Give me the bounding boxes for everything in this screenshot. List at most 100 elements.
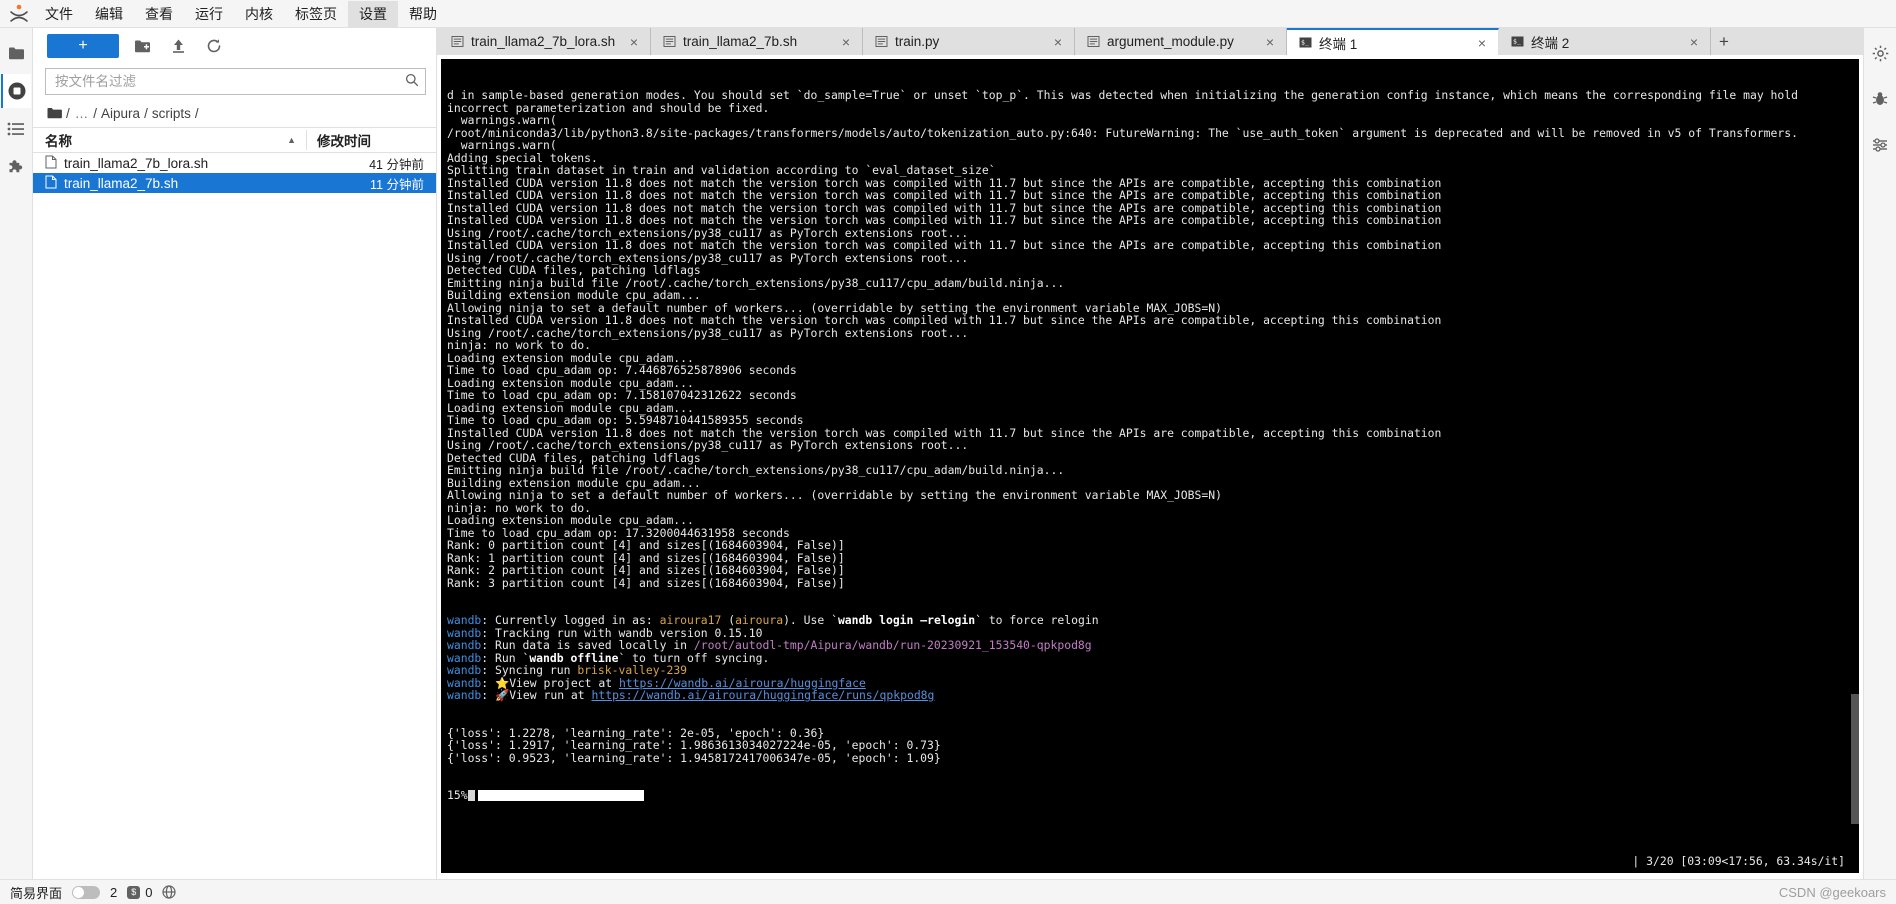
tab-label: train_llama2_7b.sh	[683, 34, 798, 49]
new-folder-icon[interactable]	[129, 34, 155, 58]
terminal-line: Using /root/.cache/torch_extensions/py38…	[447, 325, 969, 340]
terminal-line: /root/miniconda3/lib/python3.8/site-pack…	[447, 125, 1798, 140]
file-icon	[45, 155, 57, 172]
add-tab-icon[interactable]: +	[1711, 28, 1737, 55]
property-inspector-icon[interactable]	[1865, 128, 1895, 162]
terminal-line: Detected CUDA files, patching ldflags	[447, 263, 701, 277]
terminal-progress-row: 15%	[447, 789, 1853, 802]
terminal-line: warnings.warn(	[447, 138, 557, 152]
status-bar: 简易界面 2 $ 0 CSDN @geekoars	[0, 879, 1896, 904]
menu-run[interactable]: 运行	[184, 1, 234, 27]
tab-train-llama2-7b-sh[interactable]: train_llama2_7b.sh ×	[651, 28, 863, 55]
menu-file[interactable]: 文件	[34, 1, 84, 27]
menu-help[interactable]: 帮助	[398, 1, 448, 27]
terminal-region: d in sample-based generation modes. You …	[437, 55, 1863, 879]
right-activity-bar	[1863, 28, 1896, 879]
terminal-output[interactable]: d in sample-based generation modes. You …	[441, 59, 1859, 873]
tab-argument-module-py[interactable]: argument_module.py ×	[1075, 28, 1287, 55]
tab-terminal-1[interactable]: $_ 终端 1 ×	[1287, 28, 1499, 55]
terminal-line: Using /root/.cache/torch_extensions/py38…	[447, 438, 969, 452]
refresh-icon[interactable]	[201, 34, 227, 58]
list-item[interactable]: train_llama2_7b.sh 11 分钟前	[33, 173, 436, 193]
wandb-prefix: wandb	[447, 688, 482, 702]
terminal-line: Installed CUDA version 11.8 does not mat…	[447, 188, 1442, 202]
file-modified-label: 41 分钟前	[369, 157, 424, 172]
progress-status-text: | 3/20 [03:09<17:56, 63.34s/it]	[1632, 853, 1845, 868]
wandb-text: `	[831, 613, 838, 627]
new-launcher-button[interactable]: +	[47, 34, 119, 58]
menu-settings[interactable]: 设置	[348, 0, 398, 27]
terminal-metric-lines: {'loss': 1.2278, 'learning_rate': 2e-05,…	[447, 726, 1853, 765]
menu-bar: 文件 编辑 查看 运行 内核 标签页 设置 帮助	[0, 0, 1896, 28]
terminal-scrollbar[interactable]	[1851, 59, 1859, 873]
terminal-line: Time to load cpu_adam op: 7.158107042312…	[447, 388, 797, 402]
search-icon	[405, 73, 419, 90]
close-icon[interactable]: ×	[1474, 35, 1490, 51]
terminal-log-lines: d in sample-based generation modes. You …	[447, 89, 1853, 589]
close-icon[interactable]: ×	[1050, 34, 1066, 50]
terminal-count-label: 2	[110, 884, 118, 900]
menu-view[interactable]: 查看	[134, 1, 184, 27]
running-terminals-icon[interactable]	[1, 74, 31, 108]
breadcrumb-aipura[interactable]: Aipura	[97, 106, 144, 121]
terminal-metric-line: {'loss': 1.2917, 'learning_rate': 1.9863…	[447, 738, 941, 752]
file-name-label: train_llama2_7b_lora.sh	[64, 155, 209, 171]
folder-icon[interactable]	[47, 107, 62, 120]
wandb-link[interactable]: https://wandb.ai/airoura/huggingface/run…	[592, 688, 935, 702]
debugger-icon[interactable]	[1865, 82, 1895, 116]
tab-label: 终端 1	[1319, 36, 1358, 52]
tab-label: train_llama2_7b_lora.sh	[471, 34, 616, 49]
file-filter-container	[33, 64, 436, 101]
terminal-line: Rank: 2 partition count [4] and sizes[(1…	[447, 563, 845, 577]
simple-mode-toggle[interactable]	[72, 885, 101, 899]
breadcrumb-scripts[interactable]: scripts	[148, 106, 195, 121]
tab-train-py[interactable]: train.py ×	[863, 28, 1075, 55]
globe-icon[interactable]	[162, 885, 177, 899]
column-header-name-label: 名称	[45, 134, 72, 149]
terminal-line: Splitting train dataset in train and val…	[447, 163, 996, 177]
progress-percent-label: 15%	[447, 788, 468, 802]
column-header-modified[interactable]: 修改时间	[306, 130, 436, 150]
terminal-line: Allowing ninja to set a default number o…	[447, 488, 1222, 502]
close-icon[interactable]: ×	[626, 34, 642, 50]
terminal-line: Loading extension module cpu_adam...	[447, 513, 694, 527]
kernel-count-label: 0	[145, 884, 153, 900]
close-icon[interactable]: ×	[1262, 34, 1278, 50]
tab-label: argument_module.py	[1107, 34, 1234, 49]
file-filter-box[interactable]	[45, 68, 426, 95]
tab-terminal-2[interactable]: $_ 终端 2 ×	[1499, 28, 1711, 55]
kernel-count-item[interactable]: $ 0	[127, 885, 152, 900]
file-browser-icon[interactable]	[1, 36, 31, 70]
wandb-text: :	[481, 688, 496, 702]
menu-edit[interactable]: 编辑	[84, 1, 134, 27]
tab-train-llama2-7b-lora-sh[interactable]: train_llama2_7b_lora.sh ×	[439, 28, 651, 55]
simple-mode-label: 简易界面	[10, 885, 63, 901]
terminal-icon: $_	[1299, 36, 1312, 49]
file-name-cell: train_llama2_7b_lora.sh	[33, 155, 306, 172]
file-browser-toolbar: +	[33, 28, 436, 64]
terminal-metric-line: {'loss': 0.9523, 'learning_rate': 1.9458…	[447, 750, 941, 765]
column-header-name[interactable]: 名称 ▲	[33, 130, 306, 150]
terminal-count-item[interactable]: 2	[110, 885, 117, 900]
menu-tabs[interactable]: 标签页	[284, 1, 348, 27]
terminal-line: ninja: no work to do.	[447, 338, 592, 352]
list-item[interactable]: train_llama2_7b_lora.sh 41 分钟前	[33, 153, 436, 173]
jupyterlab-window: 文件 编辑 查看 运行 内核 标签页 设置 帮助 + 按文件名过滤 / … / …	[0, 0, 1896, 904]
file-list: train_llama2_7b_lora.sh 41 分钟前 train_lla…	[33, 153, 436, 879]
file-list-header: 名称 ▲ 修改时间	[33, 127, 436, 153]
upload-icon[interactable]	[165, 34, 191, 58]
breadcrumb-ellipsis[interactable]: …	[70, 106, 94, 121]
close-icon[interactable]: ×	[838, 34, 854, 50]
search-input[interactable]	[55, 74, 405, 89]
extension-manager-icon[interactable]	[1, 150, 31, 184]
tab-label: train.py	[895, 34, 940, 49]
close-icon[interactable]: ×	[1686, 34, 1702, 50]
svg-text:$_: $_	[1513, 38, 1521, 46]
wandb-text: `	[975, 613, 982, 627]
menu-kernel[interactable]: 内核	[234, 1, 284, 27]
settings-gear-icon[interactable]	[1865, 36, 1895, 70]
table-of-contents-icon[interactable]	[1, 112, 31, 146]
scrollbar-thumb[interactable]	[1851, 693, 1859, 825]
terminal-line: Building extension module cpu_adam...	[447, 288, 701, 302]
terminal-line: Time to load cpu_adam op: 5.594871044158…	[447, 413, 804, 427]
